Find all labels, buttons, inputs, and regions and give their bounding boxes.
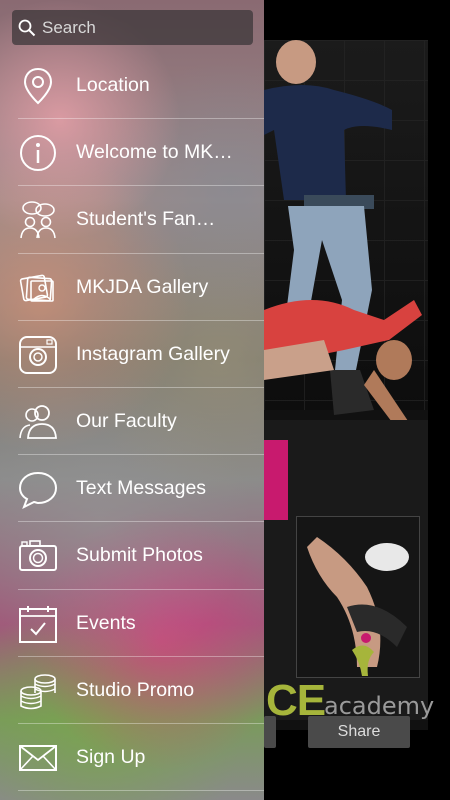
app-content-background: CE academy Share [264, 0, 450, 800]
camera-icon [19, 540, 57, 572]
side-drawer: Location Welcome to MK… Student's Fan… [0, 0, 264, 800]
menu-item-label: Instagram Gallery [76, 342, 230, 365]
search-icon [18, 19, 36, 37]
gallery-icon [19, 274, 54, 302]
menu-item-location[interactable]: Location [0, 52, 264, 120]
coins-icon [20, 673, 56, 709]
menu-item-label: MKJDA Gallery [76, 275, 209, 298]
menu-item-label: Our Faculty [76, 409, 177, 432]
poster-action-row: Share [264, 716, 450, 748]
menu-item-instagram-gallery[interactable]: Instagram Gallery [0, 321, 264, 388]
academy-logo-mark [352, 633, 374, 676]
left-action-button[interactable] [264, 716, 276, 748]
menu-item-studio-promo[interactable]: Studio Promo [0, 657, 264, 724]
menu-item-label: Location [76, 74, 150, 96]
calendar-icon [19, 605, 57, 643]
menu-item-submit-photos[interactable]: Submit Photos [0, 522, 264, 590]
menu-item-events[interactable]: Events [0, 590, 264, 657]
dance-poster: CE academy [264, 40, 434, 730]
share-button[interactable]: Share [308, 716, 410, 748]
divider [18, 790, 264, 792]
envelope-icon [19, 744, 57, 771]
menu-item-label: Submit Photos [76, 544, 203, 567]
users-icon [19, 405, 57, 439]
pink-accent-bar [264, 440, 288, 520]
menu-item-students-fan[interactable]: Student's Fan… [0, 186, 264, 254]
info-icon [20, 135, 56, 172]
poster-top-panel [264, 40, 428, 438]
location-pin-icon [23, 67, 53, 105]
menu-item-text-messages[interactable]: Text Messages [0, 455, 264, 523]
people-chat-icon [20, 201, 56, 239]
menu-item-welcome[interactable]: Welcome to MK… [0, 119, 264, 187]
menu-item-label: Studio Promo [76, 678, 195, 701]
instagram-icon [19, 335, 57, 374]
menu-item-label: Welcome to MK… [76, 141, 233, 164]
menu-item-label: Text Messages [76, 477, 207, 500]
academy-brand-text: CE academy [264, 676, 434, 725]
menu-item-our-faculty[interactable]: Our Faculty [0, 388, 264, 456]
menu-item-label: Events [76, 611, 136, 634]
menu-item-sign-up[interactable]: Sign Up [0, 724, 264, 792]
menu-list: Location Welcome to MK… Student's Fan… M… [0, 52, 264, 792]
poster-lower-panel: CE academy [264, 420, 434, 725]
menu-item-mkjda-gallery[interactable]: MKJDA Gallery [0, 254, 264, 321]
search-input[interactable] [42, 10, 247, 45]
menu-item-label: Student's Fan… [76, 208, 216, 231]
search-bar [12, 10, 253, 45]
menu-item-label: Sign Up [76, 745, 146, 768]
speech-bubble-icon [18, 472, 58, 510]
